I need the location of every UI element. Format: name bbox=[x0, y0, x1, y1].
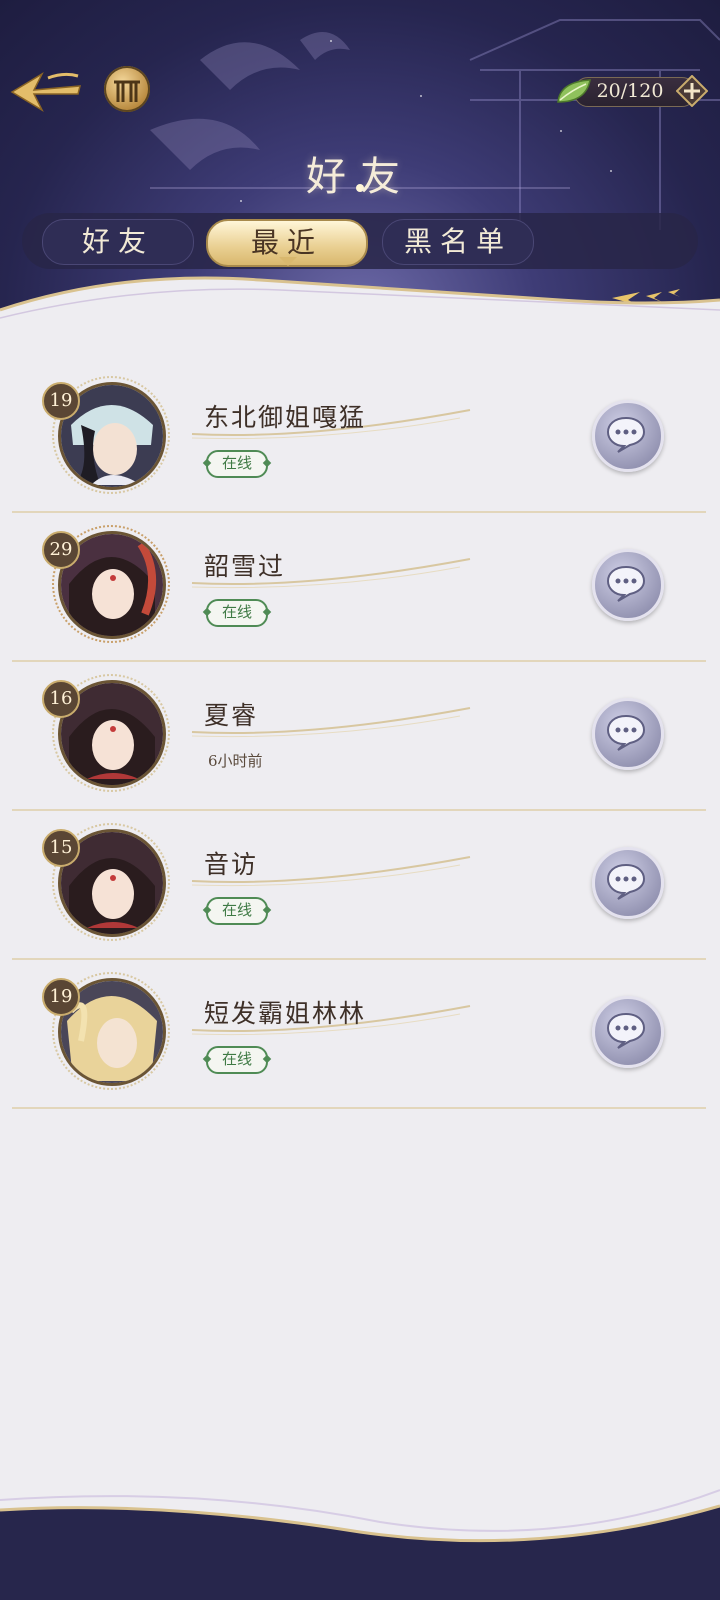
header: 20/120 好友 好友 最近 黑名单 bbox=[0, 0, 720, 330]
header-wave-divider bbox=[0, 276, 720, 330]
star bbox=[560, 130, 562, 132]
star bbox=[420, 95, 422, 97]
chat-button[interactable] bbox=[592, 847, 664, 919]
friend-name: 短发霸姐林林 bbox=[204, 999, 367, 1028]
friend-list: 19 东北御姐嘎猛 在线 29 韶雪过 在线 16 夏睿 6小时前 15 音访 … bbox=[12, 364, 706, 1109]
online-status-badge: 在线 bbox=[206, 599, 269, 627]
list-item[interactable]: 15 音访 在线 bbox=[12, 811, 706, 960]
tab-blacklist[interactable]: 黑名单 bbox=[382, 219, 534, 265]
chat-button[interactable] bbox=[592, 549, 664, 621]
friend-name: 韶雪过 bbox=[204, 552, 286, 581]
friend-name: 夏睿 bbox=[204, 701, 259, 730]
active-tab-indicator bbox=[279, 257, 297, 266]
list-item[interactable]: 19 东北御姐嘎猛 在线 bbox=[12, 364, 706, 513]
chat-bubble-icon bbox=[606, 565, 646, 602]
chat-button[interactable] bbox=[592, 996, 664, 1068]
last-online-time: 6小时前 bbox=[208, 752, 263, 770]
tab-friends[interactable]: 好友 bbox=[42, 219, 194, 265]
chat-button[interactable] bbox=[592, 400, 664, 472]
level-badge: 29 bbox=[42, 531, 80, 569]
chat-bubble-icon bbox=[606, 863, 646, 900]
level-badge: 16 bbox=[42, 680, 80, 718]
friend-name: 音访 bbox=[204, 850, 259, 879]
online-status-badge: 在线 bbox=[206, 1046, 269, 1074]
chat-bubble-icon bbox=[606, 1012, 646, 1049]
chat-button[interactable] bbox=[592, 698, 664, 770]
friend-name: 东北御姐嘎猛 bbox=[204, 403, 367, 432]
list-item[interactable]: 29 韶雪过 在线 bbox=[12, 513, 706, 662]
level-badge: 19 bbox=[42, 978, 80, 1016]
online-status-badge: 在线 bbox=[206, 450, 269, 478]
chat-bubble-icon bbox=[606, 714, 646, 751]
chat-bubble-icon bbox=[606, 416, 646, 453]
gate-icon bbox=[114, 80, 140, 102]
back-arrow-icon bbox=[10, 72, 81, 112]
list-item[interactable]: 16 夏睿 6小时前 bbox=[12, 662, 706, 811]
page-title: 好友 bbox=[306, 154, 414, 200]
online-status-badge: 在线 bbox=[206, 897, 269, 925]
add-currency-button[interactable] bbox=[675, 74, 709, 108]
back-button[interactable] bbox=[8, 68, 82, 116]
level-badge: 19 bbox=[42, 382, 80, 420]
currency-value: 20/120 bbox=[596, 80, 664, 102]
footer-wave-decor bbox=[0, 1489, 720, 1600]
currency-display: 20/120 bbox=[556, 74, 709, 108]
list-item[interactable]: 19 短发霸姐林林 在线 bbox=[12, 960, 706, 1109]
leaf-icon bbox=[557, 79, 591, 103]
tab-bar: 好友 最近 黑名单 bbox=[22, 213, 698, 269]
star bbox=[330, 40, 332, 42]
level-badge: 15 bbox=[42, 829, 80, 867]
tower-button[interactable] bbox=[104, 66, 150, 112]
plus-icon bbox=[675, 74, 709, 108]
